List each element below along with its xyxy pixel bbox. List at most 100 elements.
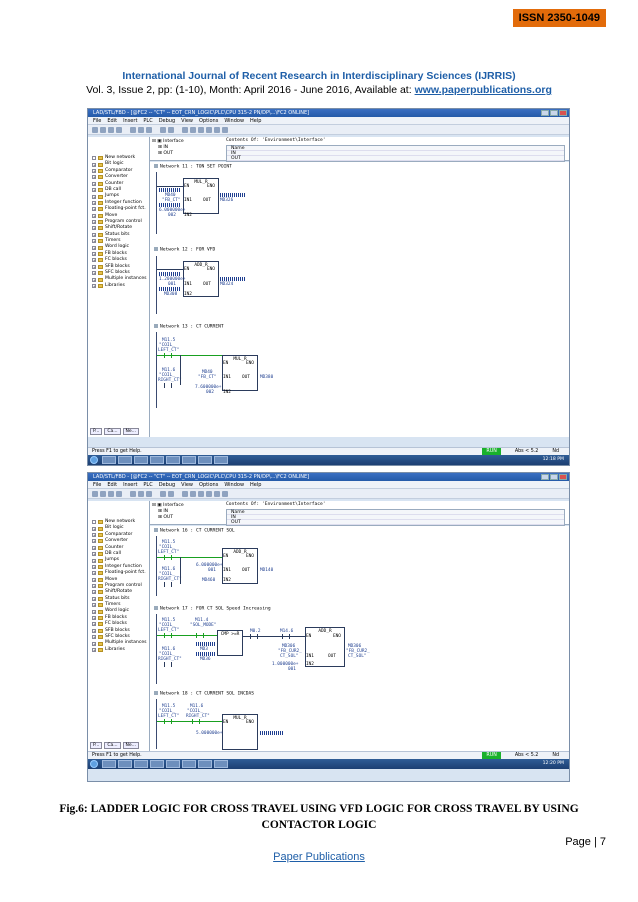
- expand-icon[interactable]: +: [92, 532, 96, 537]
- menu-options[interactable]: Options: [199, 481, 218, 488]
- expand-icon[interactable]: +: [92, 552, 96, 557]
- expand-icon[interactable]: +: [92, 577, 96, 582]
- taskbar-app[interactable]: [166, 760, 180, 768]
- expand-icon[interactable]: +: [92, 175, 96, 180]
- menu-help[interactable]: Help: [250, 481, 261, 488]
- compare-block[interactable]: CMP >=R: [217, 630, 243, 656]
- open-icon[interactable]: [100, 491, 106, 497]
- expand-icon[interactable]: +: [92, 526, 96, 531]
- expand-icon[interactable]: +: [92, 188, 96, 193]
- taskbar-app[interactable]: [198, 456, 212, 464]
- taskbar-app[interactable]: [166, 456, 180, 464]
- menu-edit[interactable]: Edit: [107, 481, 117, 488]
- paste-icon[interactable]: [146, 127, 152, 133]
- new-icon[interactable]: [92, 127, 98, 133]
- expand-icon[interactable]: +: [92, 232, 96, 237]
- monitor-icon[interactable]: [182, 127, 188, 133]
- expand-icon[interactable]: +: [92, 220, 96, 225]
- publisher-link[interactable]: Paper Publications: [0, 851, 638, 863]
- minimize-icon[interactable]: [541, 474, 549, 480]
- network-17-title[interactable]: Network 17 : FOR CT SOL Speed Increasing: [154, 606, 271, 612]
- start-button[interactable]: [90, 456, 98, 464]
- save-icon[interactable]: [108, 491, 114, 497]
- monitor-icon[interactable]: [182, 491, 188, 497]
- expand-icon[interactable]: +: [92, 200, 96, 205]
- network-18-title[interactable]: Network 18 : CT CURRENT SOL INCDAS: [154, 691, 254, 697]
- taskbar-app[interactable]: [214, 456, 228, 464]
- copy-icon[interactable]: [138, 127, 144, 133]
- contact-coil-right-ct[interactable]: [164, 662, 172, 667]
- branch-icon[interactable]: [214, 491, 220, 497]
- menu-file[interactable]: File: [93, 481, 101, 488]
- menu-options[interactable]: Options: [199, 117, 218, 124]
- expand-icon[interactable]: +: [92, 641, 96, 646]
- open-icon[interactable]: [100, 127, 106, 133]
- expand-icon[interactable]: +: [92, 271, 96, 276]
- help-icon[interactable]: [222, 127, 228, 133]
- tab-call[interactable]: Ca...: [104, 428, 121, 435]
- expand-icon[interactable]: +: [92, 571, 96, 576]
- tab-network[interactable]: Ne...: [122, 742, 139, 749]
- expand-icon[interactable]: +: [92, 628, 96, 633]
- contact-nc-icon[interactable]: [198, 127, 204, 133]
- new-icon[interactable]: [92, 491, 98, 497]
- menu-window[interactable]: Window: [224, 481, 244, 488]
- contact-coil-right-ct[interactable]: [164, 582, 172, 587]
- expand-icon[interactable]: +: [92, 284, 96, 288]
- taskbar-app[interactable]: [118, 760, 132, 768]
- ladder-editor[interactable]: Network 16 : CT CURRENT SOL M11.5 "COIL_…: [150, 526, 569, 751]
- tree-item[interactable]: + Libraries: [92, 283, 149, 289]
- upload-icon[interactable]: [168, 127, 174, 133]
- expand-icon[interactable]: +: [92, 162, 96, 167]
- menu-edit[interactable]: Edit: [107, 117, 117, 124]
- print-icon[interactable]: [116, 491, 122, 497]
- expand-icon[interactable]: +: [92, 596, 96, 601]
- taskbar-app[interactable]: [182, 456, 196, 464]
- expand-icon[interactable]: +: [92, 609, 96, 614]
- expand-icon[interactable]: +: [92, 622, 96, 627]
- expand-icon[interactable]: +: [92, 584, 96, 589]
- network-16-title[interactable]: Network 16 : CT CURRENT SOL: [154, 528, 235, 534]
- contact-no-icon[interactable]: [190, 127, 196, 133]
- start-button[interactable]: [90, 760, 98, 768]
- coil-icon[interactable]: [206, 491, 212, 497]
- menu-view[interactable]: View: [181, 117, 193, 124]
- contact-no-icon[interactable]: [190, 491, 196, 497]
- menu-plc[interactable]: PLC: [143, 117, 152, 124]
- expand-icon[interactable]: [92, 156, 96, 161]
- expand-icon[interactable]: +: [92, 635, 96, 640]
- taskbar-app[interactable]: [102, 456, 116, 464]
- expand-icon[interactable]: +: [92, 207, 96, 212]
- contact-coil-right-ct[interactable]: [164, 383, 172, 388]
- network-13-title[interactable]: Network 13 : CT CURRENT: [154, 324, 224, 330]
- save-icon[interactable]: [108, 127, 114, 133]
- name-row-out[interactable]: OUT: [227, 520, 564, 525]
- ladder-editor[interactable]: Network 11 : TON SET POINT MUL_R EN ENO …: [150, 162, 569, 437]
- taskbar-app[interactable]: [150, 760, 164, 768]
- expand-icon[interactable]: +: [92, 239, 96, 244]
- print-icon[interactable]: [116, 127, 122, 133]
- expand-icon[interactable]: +: [92, 252, 96, 257]
- expand-icon[interactable]: +: [92, 245, 96, 250]
- close-icon[interactable]: [559, 474, 567, 480]
- tab-program[interactable]: P...: [90, 742, 103, 749]
- branch-icon[interactable]: [214, 127, 220, 133]
- expand-icon[interactable]: +: [92, 539, 96, 544]
- cut-icon[interactable]: [130, 491, 136, 497]
- interface-out[interactable]: ⊞ OUT: [152, 151, 222, 157]
- expand-icon[interactable]: +: [92, 545, 96, 550]
- maximize-icon[interactable]: [550, 110, 558, 116]
- contact-nc-icon[interactable]: [198, 491, 204, 497]
- network-11-title[interactable]: Network 11 : TON SET POINT: [154, 164, 232, 170]
- tab-call[interactable]: Ca...: [104, 742, 121, 749]
- taskbar-app[interactable]: [134, 456, 148, 464]
- taskbar-app[interactable]: [150, 456, 164, 464]
- tree-item[interactable]: + Libraries: [92, 647, 149, 653]
- taskbar-app[interactable]: [134, 760, 148, 768]
- upload-icon[interactable]: [168, 491, 174, 497]
- add-r-block[interactable]: ADD_R: [305, 627, 345, 667]
- menu-debug[interactable]: Debug: [159, 481, 175, 488]
- expand-icon[interactable]: +: [92, 194, 96, 199]
- expand-icon[interactable]: +: [92, 264, 96, 269]
- expand-icon[interactable]: +: [92, 277, 96, 282]
